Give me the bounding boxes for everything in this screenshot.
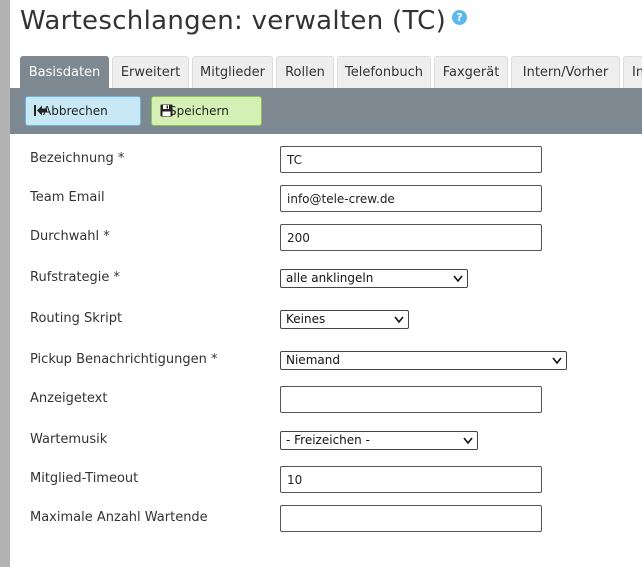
rufstrategie-selected-value: alle anklingeln <box>286 271 374 285</box>
tab-faxgeraet[interactable]: Faxgerät <box>434 56 508 88</box>
toolbar: Abbrechen Speichern <box>10 88 642 134</box>
page-title: Warteschlangen: verwalten (TC) <box>20 6 447 36</box>
tab-bar: Basisdaten Erweitert Mitglieder Rollen T… <box>20 56 642 88</box>
floppy-disk-icon <box>160 104 173 117</box>
chevron-down-icon <box>463 437 473 445</box>
tab-basisdaten[interactable]: Basisdaten <box>20 56 109 88</box>
rufstrategie-label: Rufstrategie * <box>30 270 121 285</box>
routing-skript-label: Routing Skript <box>30 311 123 326</box>
team-email-label: Team Email <box>30 190 105 205</box>
max-wartende-input[interactable] <box>280 505 542 532</box>
tab-in[interactable]: In <box>623 56 642 88</box>
mitglied-timeout-input[interactable] <box>280 466 542 493</box>
chevron-down-icon <box>552 357 562 365</box>
anzeigetext-label: Anzeigetext <box>30 391 108 406</box>
cancel-button[interactable]: Abbrechen <box>25 96 141 126</box>
tab-rollen[interactable]: Rollen <box>276 56 334 88</box>
anzeigetext-input[interactable] <box>280 386 542 413</box>
durchwahl-input[interactable] <box>280 224 542 251</box>
wartemusik-selected-value: - Freizeichen - <box>286 433 370 447</box>
tab-intern-vorher[interactable]: Intern/Vorher <box>511 56 620 88</box>
tab-erweitert[interactable]: Erweitert <box>112 56 189 88</box>
max-wartende-label: Maximale Anzahl Wartende <box>30 510 208 525</box>
team-email-input[interactable] <box>280 185 542 212</box>
cancel-button-label: Abbrechen <box>43 104 108 118</box>
pickup-label: Pickup Benachrichtigungen * <box>30 352 218 367</box>
mitglied-timeout-label: Mitglied-Timeout <box>30 471 139 486</box>
chevron-down-icon <box>453 275 463 283</box>
routing-skript-selected-value: Keines <box>286 312 326 326</box>
back-to-start-icon <box>34 105 47 116</box>
save-button[interactable]: Speichern <box>151 96 262 126</box>
wartemusik-label: Wartemusik <box>30 432 108 447</box>
left-sidebar-edge <box>0 0 10 567</box>
durchwahl-label: Durchwahl * <box>30 229 110 244</box>
save-button-label: Speichern <box>169 104 229 118</box>
question-circle-icon[interactable]: ? <box>452 10 467 25</box>
bezeichnung-label: Bezeichnung * <box>30 151 125 166</box>
pickup-selected-value: Niemand <box>286 353 340 367</box>
routing-skript-select[interactable]: Keines <box>280 310 409 329</box>
wartemusik-select[interactable]: - Freizeichen - <box>280 431 478 450</box>
bezeichnung-input[interactable] <box>280 146 542 173</box>
tab-telefonbuch[interactable]: Telefonbuch <box>337 56 431 88</box>
chevron-down-icon <box>394 316 404 324</box>
rufstrategie-select[interactable]: alle anklingeln <box>280 269 468 288</box>
tab-mitglieder[interactable]: Mitglieder <box>192 56 273 88</box>
pickup-select[interactable]: Niemand <box>280 351 567 370</box>
